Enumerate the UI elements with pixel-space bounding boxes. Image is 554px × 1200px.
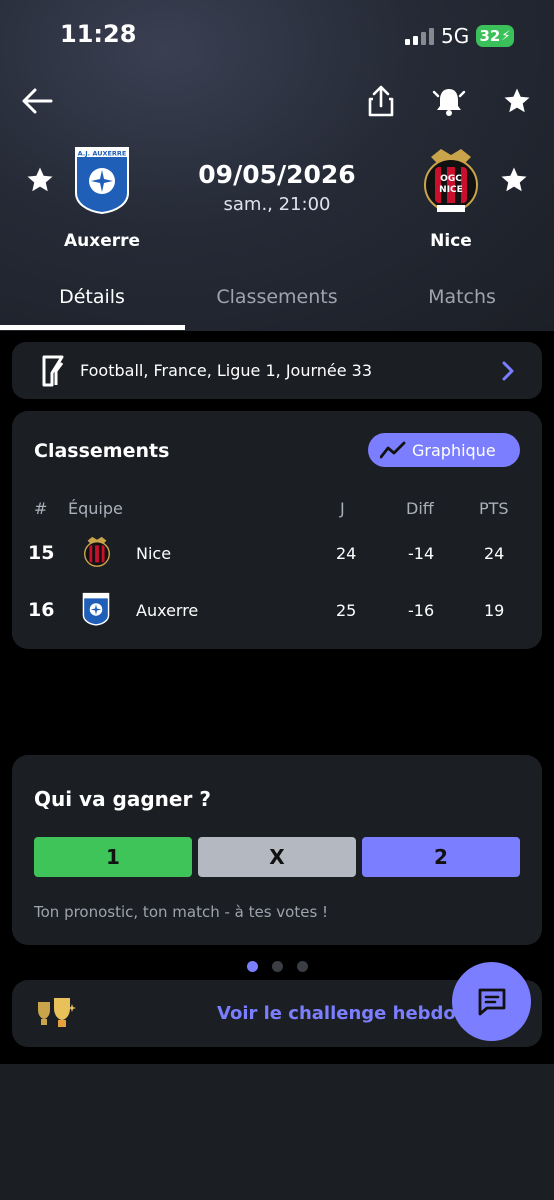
row-rank: 15 [28,542,55,564]
col-team-header: Équipe [68,499,123,518]
star-icon [501,167,527,192]
home-logo-text: A.J. AUXERRE [78,150,127,158]
row-played: 24 [336,544,357,563]
battery-indicator: 32 ⚡ [476,25,514,47]
standings-card: Classements Graphique # Équipe J Diff PT… [12,411,542,649]
row-diff: -16 [408,601,435,620]
charging-icon: ⚡ [501,28,511,44]
row-pts: 24 [484,544,505,563]
nice-logo-icon [84,536,110,567]
row-pts: 19 [484,601,505,620]
battery-level: 32 [479,27,501,45]
match-tabs: Détails Classements Matchs [0,280,554,331]
match-date: 09/05/2026 [198,160,356,189]
star-icon [27,167,53,192]
col-played-header: J [340,499,345,518]
vote-away-button[interactable]: 2 [362,837,520,877]
favorite-match-button[interactable] [499,84,535,118]
chevron-right-icon [502,361,514,381]
arrow-left-icon [22,88,53,114]
auxerre-logo-icon [82,592,110,626]
page-dot [297,961,308,972]
league-logo-icon [42,355,64,387]
back-button[interactable] [18,82,56,120]
trend-line-icon [380,441,406,459]
away-team-logo[interactable]: OGC NICE [421,145,481,217]
col-pts-header: PTS [479,499,509,518]
challenge-link[interactable]: Voir le challenge hebdoma [217,1003,487,1024]
signal-icon [405,28,434,45]
poll-title: Qui va gagner ? [34,787,211,811]
row-team: Auxerre [136,601,199,620]
vote-draw-button[interactable]: X [198,837,356,877]
share-icon [368,85,394,117]
bottom-panel [0,1064,554,1200]
active-tab-indicator [0,325,185,330]
share-button[interactable] [363,82,399,120]
competition-row[interactable]: Football, France, Ligue 1, Journée 33 [12,342,542,399]
col-diff-header: Diff [406,499,434,518]
notification-button[interactable] [430,82,468,120]
bell-icon [432,89,466,116]
row-team: Nice [136,544,172,563]
page-dot-active [247,961,258,972]
status-time: 11:28 [60,20,137,48]
carousel-pagination[interactable] [247,957,322,976]
poll-caption: Ton pronostic, ton match - à tes votes ! [34,903,329,921]
competition-label: Football, France, Ligue 1, Journée 33 [80,361,373,380]
star-icon [504,88,530,113]
svg-text:OGC: OGC [440,174,462,184]
home-team-logo[interactable]: A.J. AUXERRE [73,145,131,215]
home-team-name[interactable]: Auxerre [42,231,162,251]
page-dot [272,961,283,972]
chat-button[interactable] [452,962,531,1041]
row-played: 25 [336,601,357,620]
graph-button[interactable]: Graphique [368,433,520,467]
tab-classements[interactable]: Classements [185,286,369,308]
row-diff: -14 [408,544,435,563]
svg-text:NICE: NICE [439,185,463,195]
trophy-icon [38,998,76,1027]
vote-home-button[interactable]: 1 [34,837,192,877]
graph-button-label: Graphique [412,440,496,460]
tab-matchs[interactable]: Matchs [370,286,554,308]
favorite-home-team-button[interactable] [24,164,56,196]
network-type: 5G [441,24,470,48]
away-team-name[interactable]: Nice [391,231,511,251]
favorite-away-team-button[interactable] [498,164,530,196]
tab-details[interactable]: Détails [0,286,184,308]
row-rank: 16 [28,599,55,621]
match-kickoff: sam., 21:00 [223,194,331,215]
standings-title: Classements [34,440,170,462]
chat-bubble-icon [478,988,505,1015]
col-rank-header: # [34,499,48,518]
